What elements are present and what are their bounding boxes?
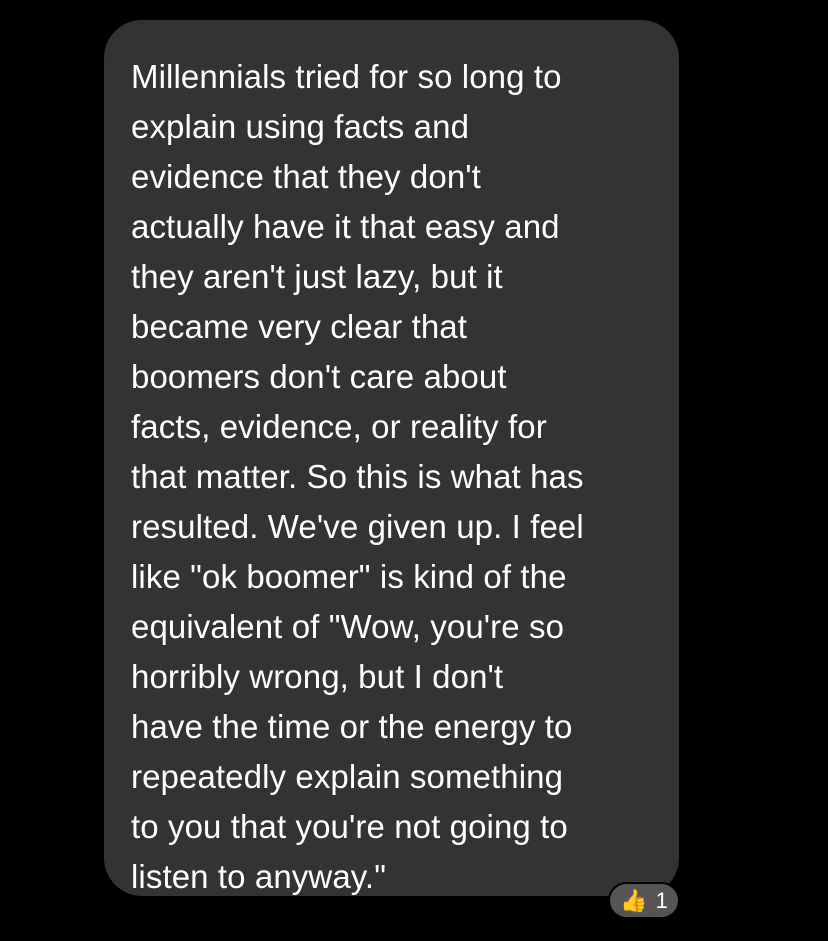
message-line: explain using facts and [131,108,470,145]
message-line: that matter. So this is what has [131,458,584,495]
reaction-count: 1 [655,887,668,913]
message-line: resulted. We've given up. I feel [131,508,584,545]
message-line: equivalent of "Wow, you're so [131,608,565,645]
message-text: Millennials tried for so long to explain… [131,52,679,902]
message-bubble[interactable]: Millennials tried for so long to explain… [104,20,679,896]
message-line: Millennials tried for so long to [131,58,562,95]
message-line: actually have it that easy and [131,208,560,245]
message-line: horribly wrong, but I don't [131,658,504,695]
message-line: listen to anyway." [131,858,387,895]
thumbs-up-icon: 👍 [620,887,648,913]
reaction-badge[interactable]: 👍 1 [608,882,680,919]
message-line: evidence that they don't [131,158,481,195]
message-line: became very clear that [131,308,468,345]
message-line: facts, evidence, or reality for [131,408,547,445]
message-line: like "ok boomer" is kind of the [131,558,567,595]
message-line: to you that you're not going to [131,808,568,845]
message-line: have the time or the energy to [131,708,573,745]
message-line: boomers don't care about [131,358,507,395]
message-line: they aren't just lazy, but it [131,258,503,295]
message-line: repeatedly explain something [131,758,564,795]
